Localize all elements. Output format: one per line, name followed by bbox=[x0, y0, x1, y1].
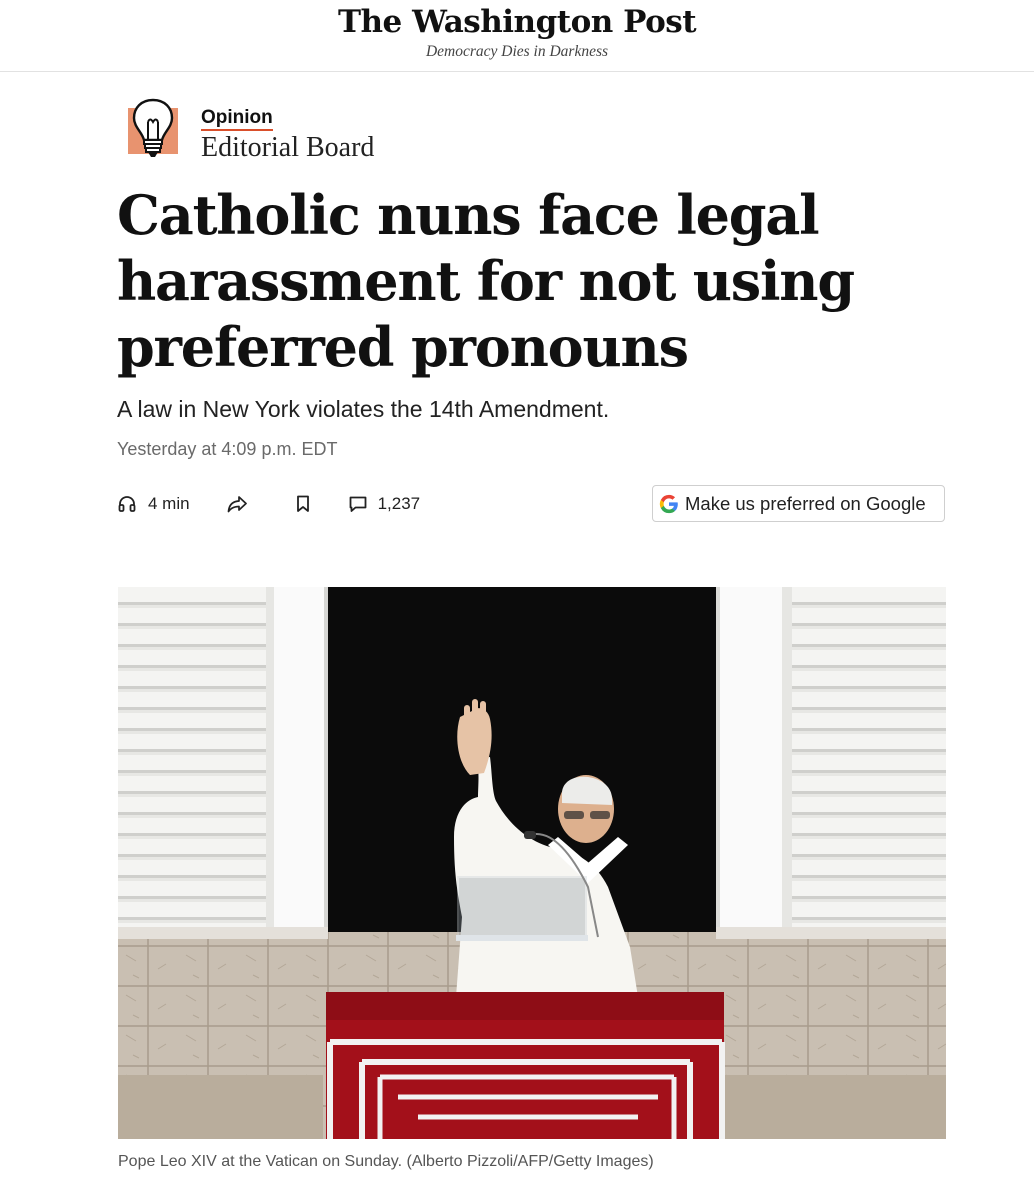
headphones-icon bbox=[118, 496, 136, 512]
bookmark-icon bbox=[296, 495, 309, 512]
comments-count: 1,237 bbox=[377, 494, 421, 513]
article-toolbar: 4 min 1,237 bbox=[117, 488, 420, 520]
opinion-section-link[interactable]: Opinion bbox=[201, 107, 273, 131]
site-tagline: Democracy Dies in Darkness bbox=[425, 43, 609, 60]
listen-duration: 4 min bbox=[148, 494, 190, 513]
article-timestamp: Yesterday at 4:09 p.m. EDT bbox=[117, 439, 338, 459]
site-logo[interactable]: The Washington Post bbox=[0, 4, 1034, 40]
photo-caption: Pope Leo XIV at the Vatican on Sunday. (… bbox=[118, 1153, 654, 1170]
masthead: The Washington Post Democracy Dies in Da… bbox=[0, 0, 1034, 72]
comments-button[interactable]: 1,237 bbox=[348, 488, 421, 520]
comment-icon bbox=[349, 496, 366, 512]
share-button[interactable] bbox=[226, 488, 248, 520]
listen-button[interactable]: 4 min bbox=[117, 488, 190, 520]
article-headline: Catholic nuns face legal harassment for … bbox=[117, 183, 855, 379]
google-button-label: Make us preferred on Google bbox=[685, 492, 926, 514]
preferred-source-google-button[interactable]: Make us preferred on Google bbox=[652, 485, 945, 522]
author-name[interactable]: Editorial Board bbox=[201, 131, 374, 165]
article-dek: A law in New York violates the 14th Amen… bbox=[117, 396, 610, 422]
pope-balcony-image bbox=[118, 587, 946, 1139]
google-g-icon bbox=[659, 494, 678, 513]
save-button[interactable] bbox=[294, 488, 312, 520]
share-icon bbox=[227, 496, 247, 513]
lead-photo[interactable] bbox=[118, 587, 946, 1139]
lightbulb-icon bbox=[128, 98, 178, 158]
